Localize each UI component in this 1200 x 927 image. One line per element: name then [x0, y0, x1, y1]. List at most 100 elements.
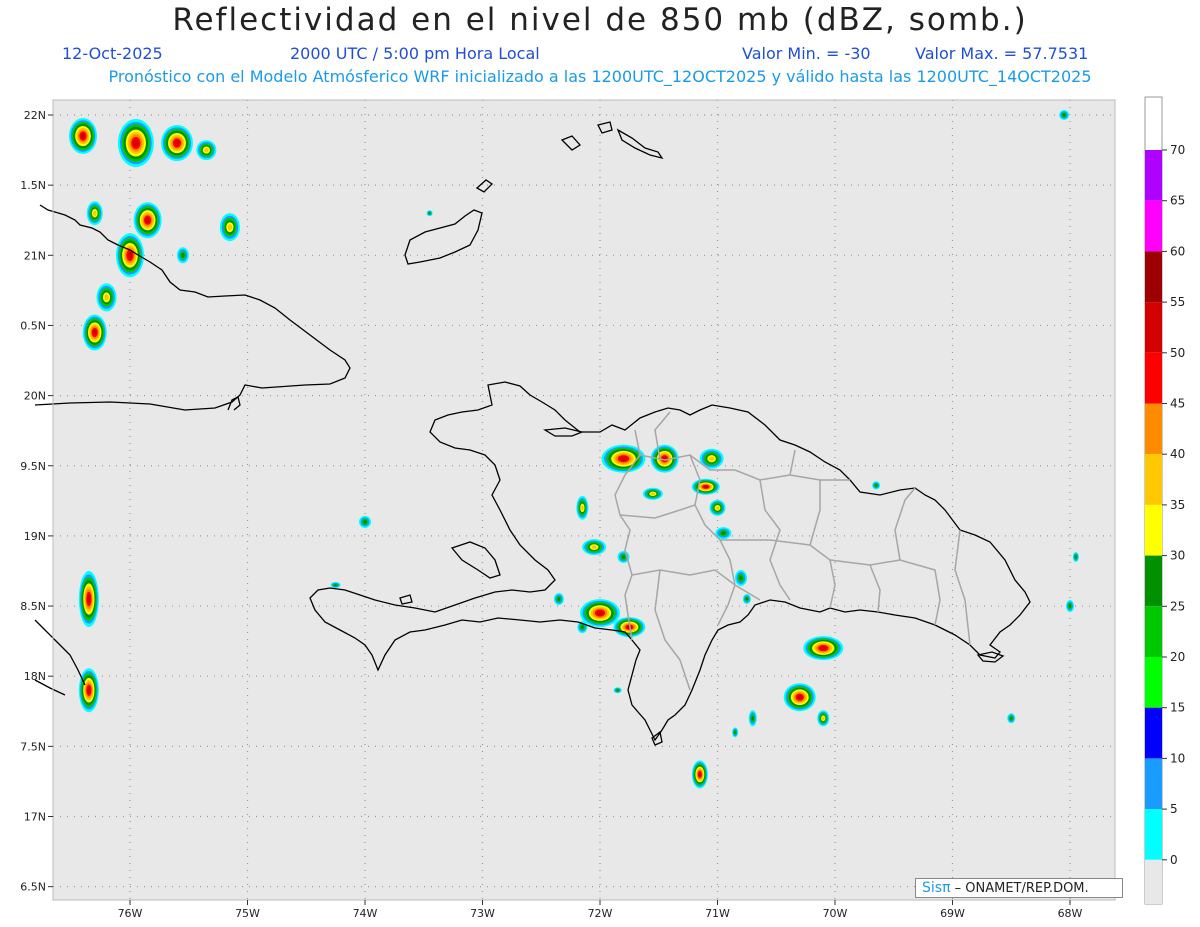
reflectivity-contour	[1074, 555, 1077, 559]
storm-cell	[1066, 600, 1074, 613]
storm-cell	[196, 140, 217, 161]
storm-cell	[642, 487, 663, 500]
storm-cell	[86, 201, 103, 226]
colorbar-swatch	[1145, 707, 1162, 759]
lon-label: 69W	[940, 907, 965, 920]
colorbar-swatch	[1145, 150, 1162, 201]
storm-cell	[748, 710, 757, 727]
reflectivity-contour	[87, 686, 91, 694]
reflectivity-contour	[127, 251, 133, 259]
colorbar-label: 60	[1170, 244, 1185, 258]
lat-label: 8.5N	[20, 600, 46, 613]
storm-cell	[817, 710, 830, 727]
reflectivity-contour	[227, 224, 233, 231]
reflectivity-contour	[132, 139, 139, 147]
colorbar-swatch	[1145, 251, 1162, 303]
lat-label: 7.5N	[20, 740, 46, 753]
lat-label: 22N	[24, 109, 46, 122]
lat-label: 9.5N	[20, 460, 46, 473]
reflectivity-contour	[1010, 716, 1013, 720]
colorbar-swatch	[1145, 809, 1162, 860]
reflectivity-contour	[581, 505, 584, 511]
credit-box: Sisπ – ONAMET/REP.DOM.	[915, 878, 1123, 898]
lon-label: 72W	[588, 907, 613, 920]
lon-label: 73W	[470, 907, 495, 920]
reflectivity-contour	[616, 689, 619, 692]
storm-cell	[78, 668, 99, 713]
reflectivity-contour	[363, 520, 367, 524]
colorbar-label: 40	[1170, 447, 1185, 461]
lat-label: 1.5N	[20, 179, 46, 192]
reflectivity-contour	[698, 772, 702, 777]
reflectivity-contour	[92, 210, 97, 216]
reflectivity-contour	[751, 715, 754, 721]
storm-cell	[691, 760, 708, 789]
storm-cell	[161, 125, 193, 162]
lat-label: 21N	[24, 249, 46, 262]
reflectivity-contour	[745, 597, 749, 601]
reflectivity-contour	[204, 147, 209, 153]
reflectivity-contour	[596, 610, 604, 616]
colorbar-label: 0	[1170, 853, 1178, 867]
reflectivity-contour	[1068, 604, 1072, 608]
lat-label: 6.5N	[20, 881, 46, 894]
storm-cell	[78, 571, 99, 628]
colorbar-swatch	[1145, 606, 1162, 657]
storm-cell	[359, 515, 371, 528]
reflectivity-contour	[874, 484, 878, 487]
storm-cell	[176, 247, 189, 264]
reflectivity-contour	[739, 575, 743, 581]
colorbar-label: 25	[1170, 599, 1185, 613]
colorbar-label: 45	[1170, 397, 1185, 411]
sispi-logo-text: Sisπ	[922, 880, 951, 896]
colorbar-label: 35	[1170, 498, 1185, 512]
lon-label: 75W	[235, 907, 260, 920]
reflectivity-contour	[428, 212, 431, 215]
reflectivity-contour	[821, 716, 825, 721]
lon-label: 74W	[353, 907, 378, 920]
storm-cell	[330, 582, 341, 589]
lat-label: 17N	[24, 811, 46, 824]
color-scale-bar: 0 5 10 15 20 25 30 35 40 45 50 55 60 65 70	[1144, 96, 1185, 905]
colorbar-swatch	[1145, 200, 1162, 252]
storm-cell	[735, 569, 747, 586]
reflectivity-contour	[797, 695, 803, 700]
storm-cell	[580, 599, 620, 628]
storm-cell	[691, 478, 720, 495]
lon-label: 71W	[705, 907, 730, 920]
reflectivity-contour	[557, 597, 561, 601]
reflectivity-map: 76W 75W 74W 73W 72W 71W 70W 69W 68W 22N 1.5N 21N 0.5…	[20, 96, 1185, 920]
storm-cell	[872, 481, 881, 490]
storm-cell	[732, 727, 739, 738]
reflectivity-contour	[619, 456, 628, 461]
colorbar-label: 5	[1170, 802, 1178, 816]
storm-cell	[783, 683, 816, 712]
lat-label: 0.5N	[20, 319, 46, 332]
storm-cell	[553, 593, 564, 606]
reflectivity-contour	[334, 584, 338, 587]
reflectivity-contour	[92, 329, 97, 336]
storm-cell	[133, 202, 162, 239]
storm-cell	[117, 119, 154, 168]
colorbar-label: 20	[1170, 650, 1185, 664]
reflectivity-contour	[720, 531, 726, 535]
lat-label: 20N	[24, 390, 46, 403]
lon-label: 76W	[118, 907, 143, 920]
reflectivity-contour	[621, 555, 626, 559]
reflectivity-contour	[87, 594, 91, 604]
lon-label: 70W	[823, 907, 848, 920]
storm-cell	[219, 213, 240, 242]
storm-cell	[96, 283, 117, 312]
storm-cell	[1072, 551, 1079, 562]
colorbar-swatch	[1145, 555, 1162, 607]
reflectivity-contour	[174, 140, 180, 146]
storm-cell	[69, 118, 97, 155]
storm-cell	[82, 314, 107, 351]
colorbar-label: 10	[1170, 751, 1185, 765]
colorbar-label: 30	[1170, 549, 1185, 563]
colorbar-swatch	[1145, 657, 1162, 708]
reflectivity-contour	[1062, 113, 1066, 117]
reflectivity-contour	[650, 492, 656, 496]
colorbar-swatch	[1145, 454, 1162, 505]
reflectivity-contour	[80, 133, 86, 139]
